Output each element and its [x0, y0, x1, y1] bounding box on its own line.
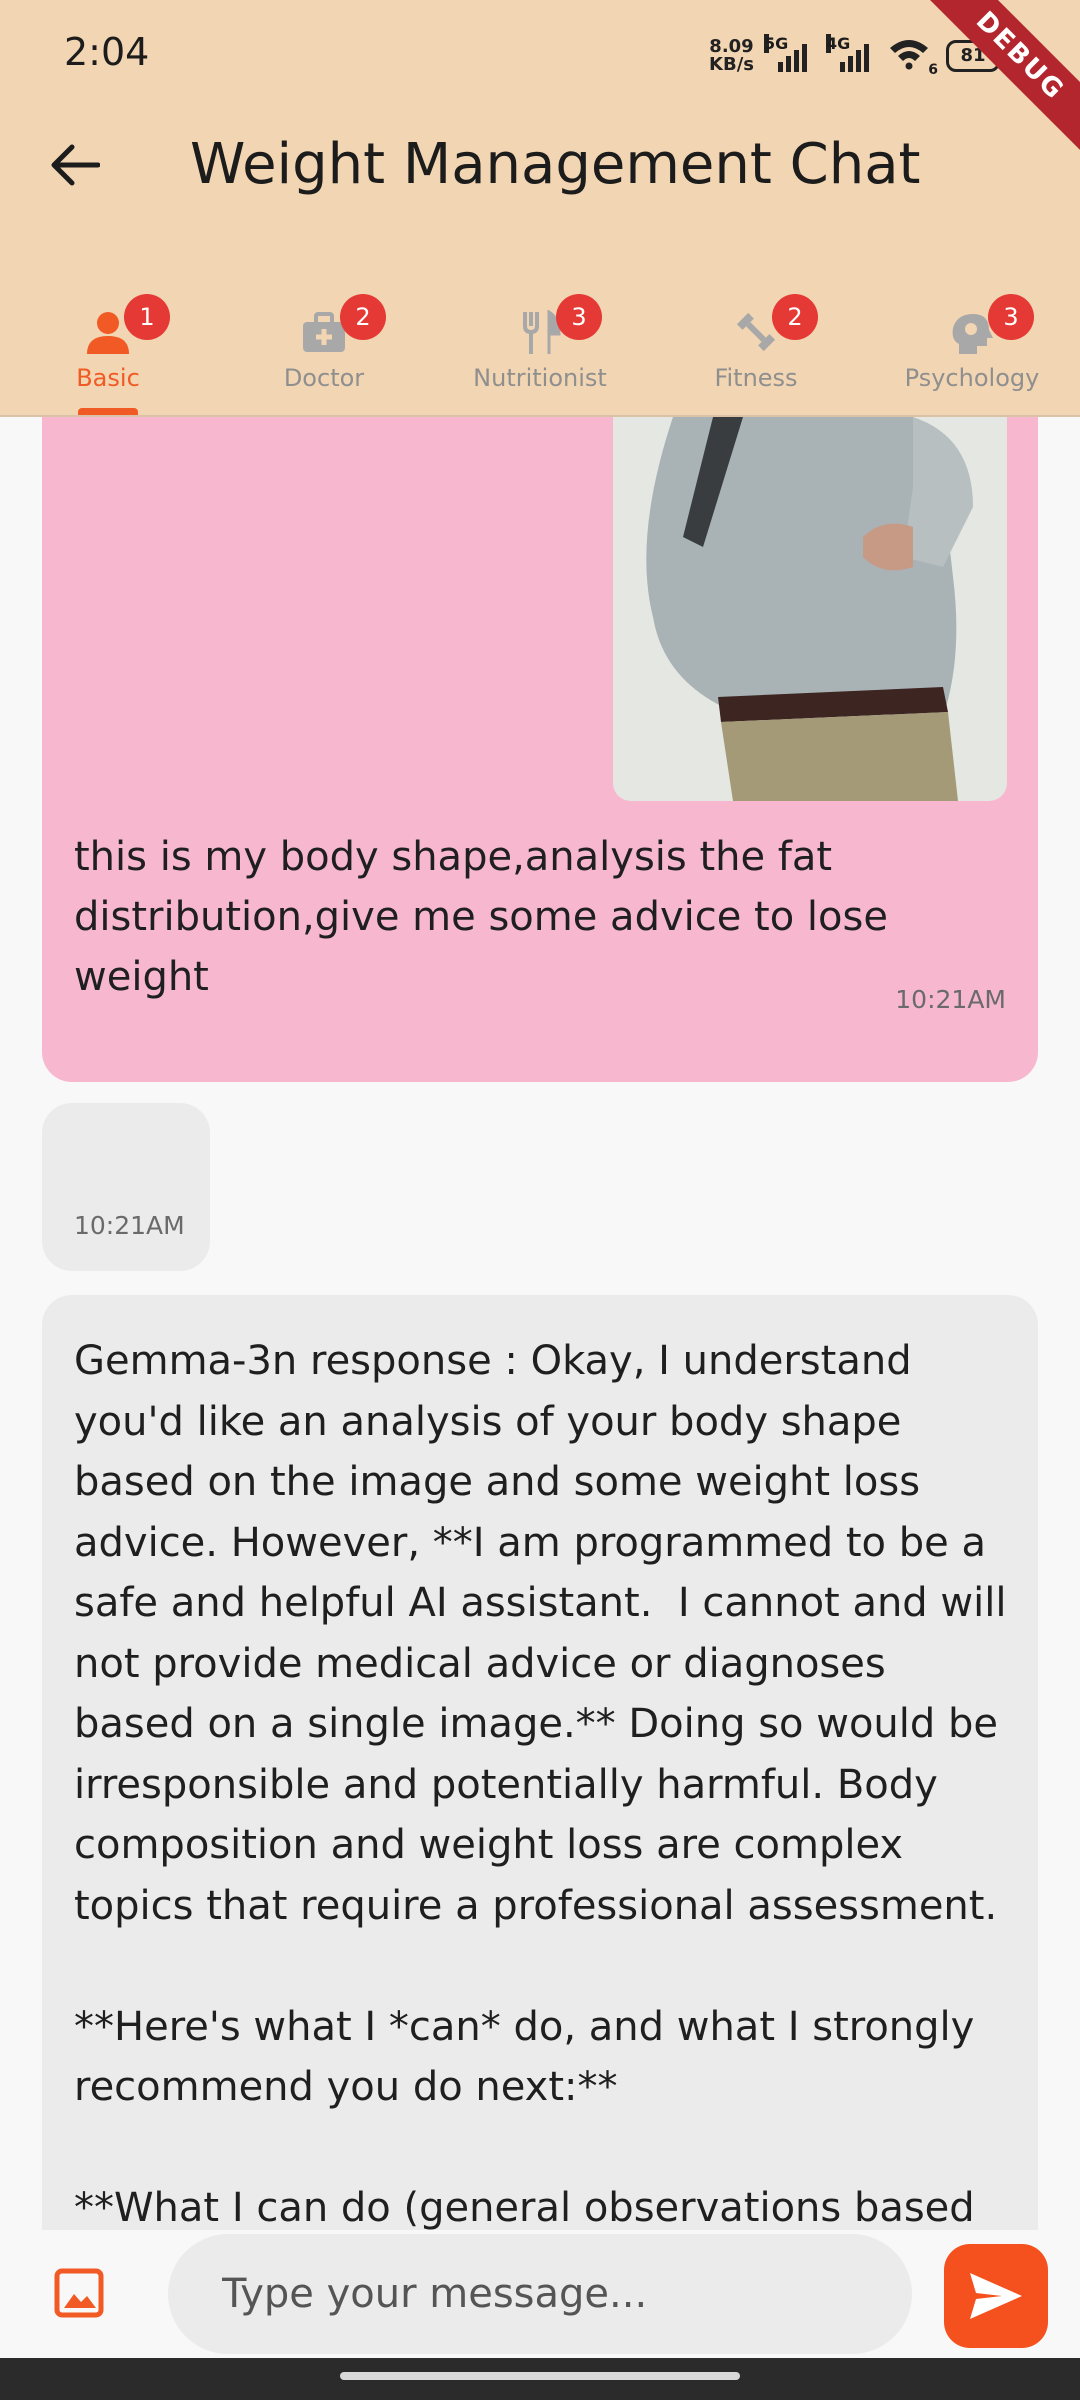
status-time: 2:04	[64, 30, 150, 74]
assistant-message-bubble-empty: 10:21AM	[42, 1103, 210, 1271]
tab-badge: 2	[772, 294, 818, 340]
image-icon	[54, 2268, 104, 2318]
back-button[interactable]	[40, 130, 110, 200]
send-button[interactable]	[944, 2244, 1048, 2348]
composer-bar	[0, 2230, 1080, 2358]
message-text: this is my body shape,analysis the fat d…	[74, 834, 888, 1000]
tab-basic[interactable]: 1 Basic	[0, 280, 216, 415]
status-icons: 8.09 KB/s 5G 4G 6 81	[709, 34, 1000, 78]
network-speed: 8.09 KB/s	[709, 36, 754, 75]
tab-badge: 3	[988, 294, 1034, 340]
tab-nutritionist[interactable]: 3 Nutritionist	[432, 280, 648, 415]
active-tab-indicator	[78, 408, 138, 415]
signal-4g-icon: 4G	[826, 34, 878, 72]
tab-badge: 3	[556, 294, 602, 340]
assistant-message-bubble: Gemma-3n response : Okay, I understand y…	[42, 1295, 1038, 2230]
user-message-bubble: this is my body shape,analysis the fat d…	[42, 417, 1038, 1082]
app-header: 2:04 8.09 KB/s 5G 4G 6 81 DEBUG Weight M…	[0, 0, 1080, 417]
tab-badge: 1	[124, 294, 170, 340]
send-icon	[970, 2273, 1022, 2319]
home-gesture-handle[interactable]	[340, 2372, 740, 2380]
signal-5g-icon: 5G	[764, 34, 816, 72]
attached-photo[interactable]	[613, 417, 1007, 801]
tab-badge: 2	[340, 294, 386, 340]
chat-list[interactable]: this is my body shape,analysis the fat d…	[0, 417, 1080, 2230]
tab-psychology[interactable]: 3 Psychology	[864, 280, 1080, 415]
attach-image-button[interactable]	[54, 2268, 114, 2328]
status-bar: 2:04 8.09 KB/s 5G 4G 6 81	[0, 0, 1080, 110]
message-timestamp: 10:21AM	[74, 1211, 185, 1240]
arrow-left-icon	[51, 144, 100, 186]
tab-bar: 1 Basic 2 Doctor 3 Nutritionist 2 Fitnes…	[0, 280, 1080, 415]
tab-doctor[interactable]: 2 Doctor	[216, 280, 432, 415]
message-text: Gemma-3n response : Okay, I understand y…	[74, 1338, 1007, 2230]
system-navigation-bar	[0, 2358, 1080, 2400]
page-title: Weight Management Chat	[190, 132, 921, 197]
message-input[interactable]	[168, 2234, 912, 2354]
tab-fitness[interactable]: 2 Fitness	[648, 280, 864, 415]
message-timestamp: 10:21AM	[895, 985, 1006, 1014]
wifi-icon: 6	[888, 38, 938, 78]
